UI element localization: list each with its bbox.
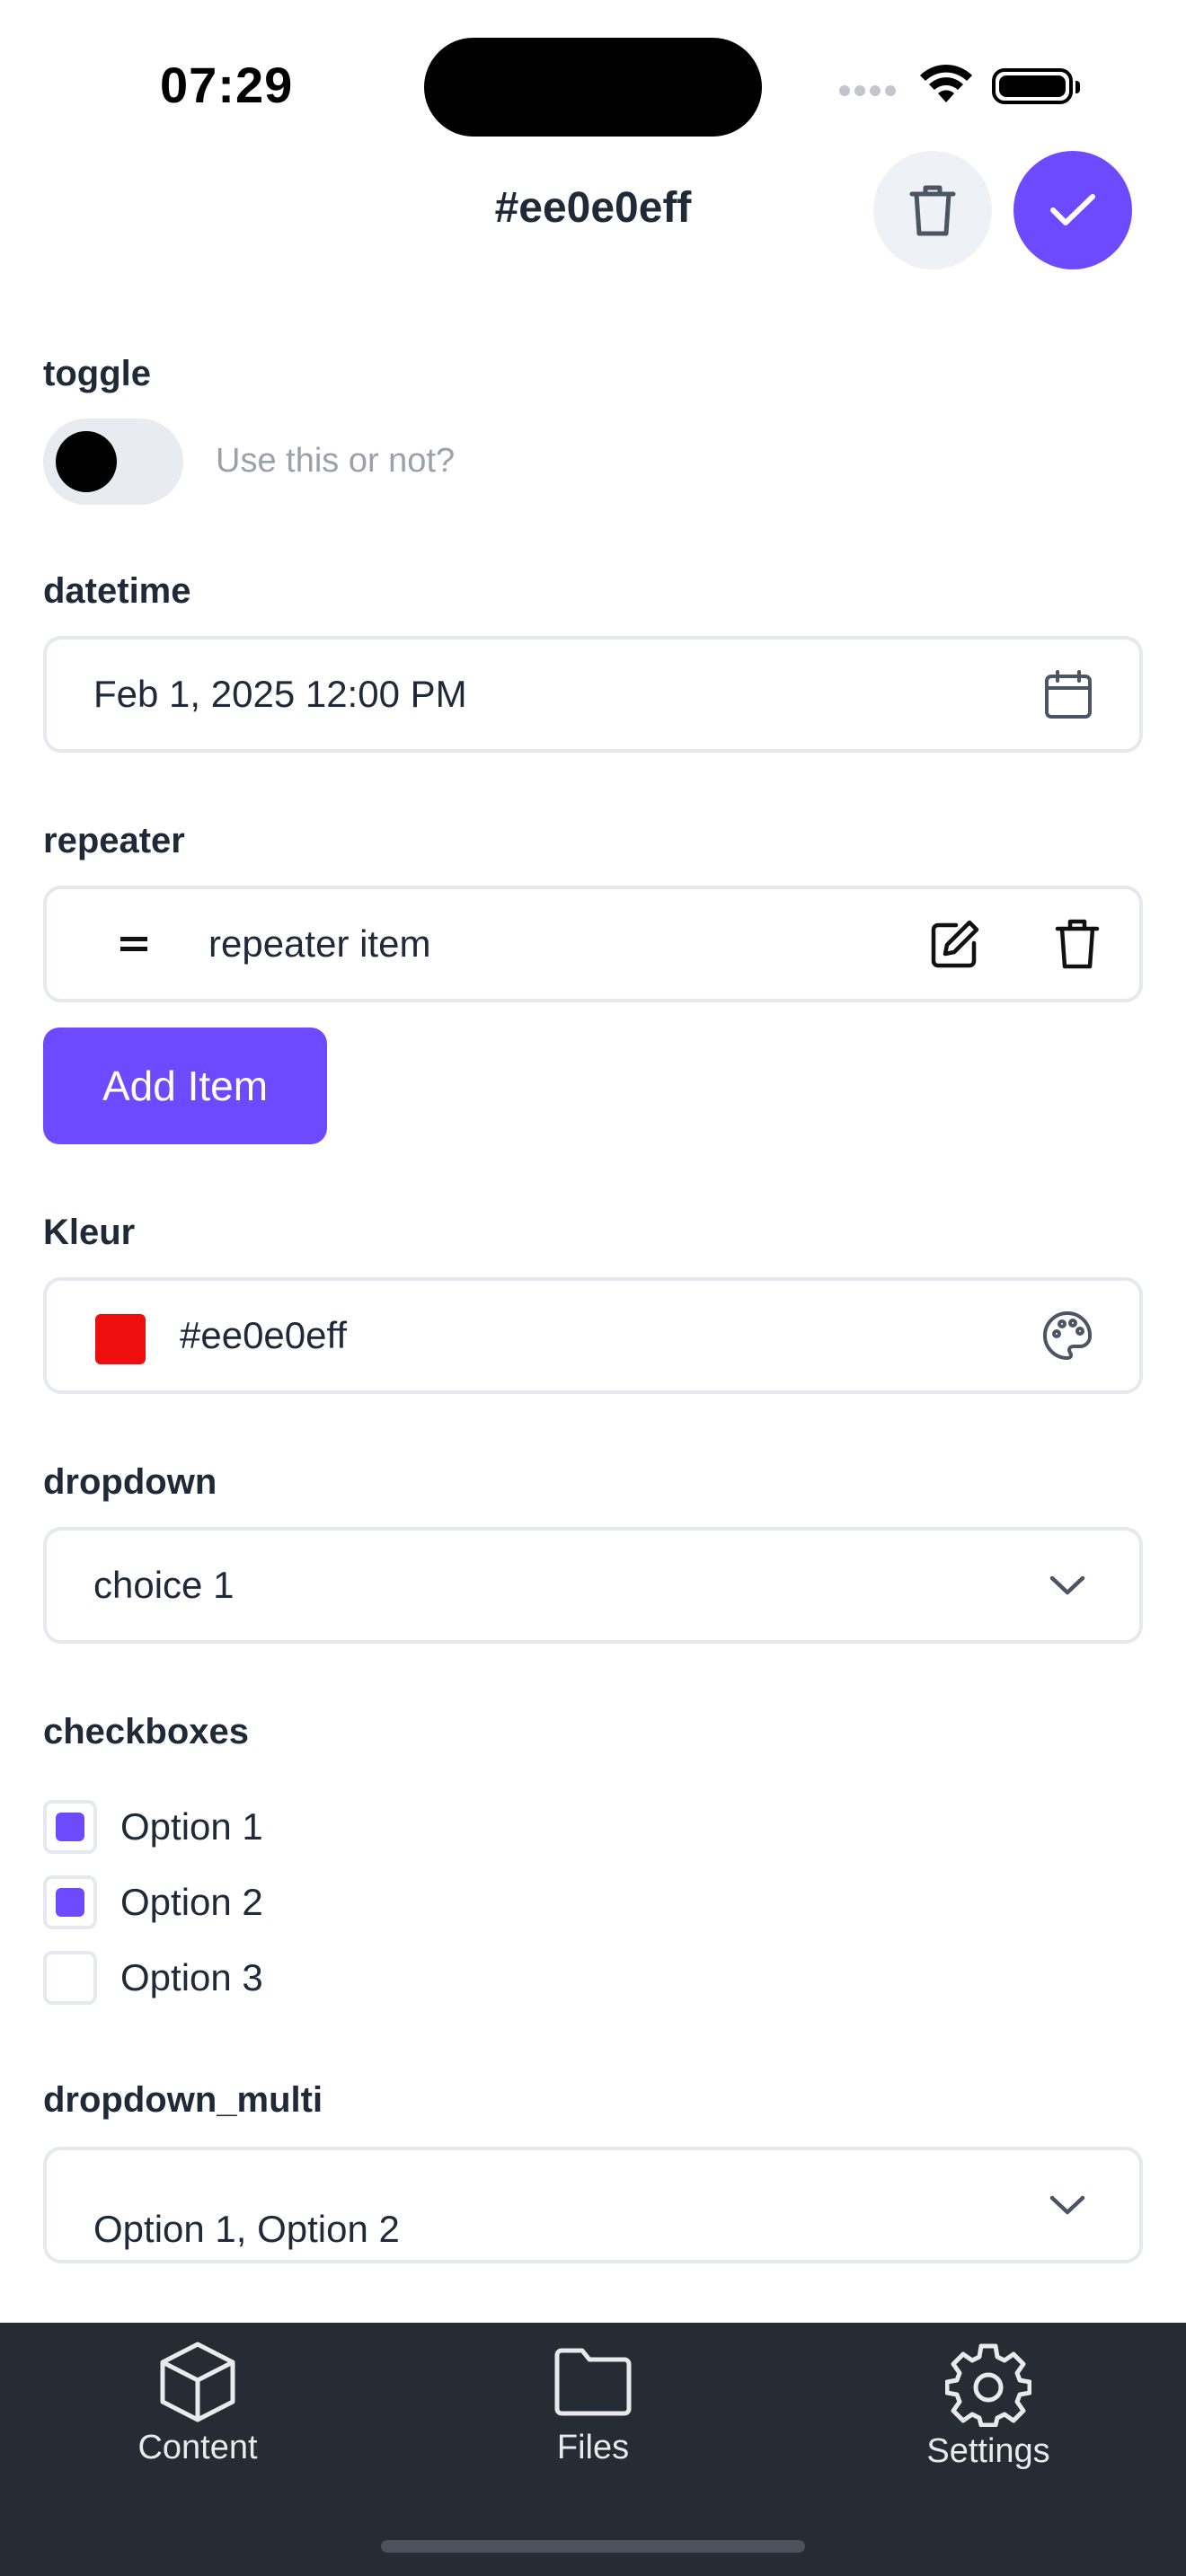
status-time: 07:29 [160, 57, 294, 113]
chevron-down-icon [1049, 2194, 1085, 2216]
wifi-icon [916, 63, 976, 110]
checkbox-option-2[interactable]: Option 2 [43, 1875, 263, 1929]
folder-icon [552, 2341, 634, 2423]
save-button[interactable] [1013, 151, 1132, 269]
kleur-label: Kleur [43, 1213, 136, 1252]
palette-icon[interactable] [1042, 1310, 1093, 1361]
dropdown-label: dropdown [43, 1462, 217, 1502]
color-field[interactable]: #ee0e0eff [43, 1277, 1143, 1394]
checkbox-label: Option 1 [120, 1805, 263, 1848]
checkboxes-label: checkboxes [43, 1712, 250, 1751]
checkbox[interactable] [43, 1800, 97, 1854]
checkbox-label: Option 2 [120, 1881, 263, 1923]
drag-handle-icon[interactable] [120, 934, 147, 954]
dropdown-multi-select[interactable]: Option 1, Option 2 [43, 2147, 1143, 2263]
repeater-item: repeater item [43, 886, 1143, 1002]
page-title: #ee0e0eff [494, 184, 692, 232]
checkbox-label: Option 3 [120, 1956, 263, 1998]
checkbox-option-1[interactable]: Option 1 [43, 1800, 263, 1854]
add-item-button[interactable]: Add Item [43, 1028, 327, 1144]
dynamic-island [424, 38, 762, 137]
check-icon [1049, 192, 1096, 228]
dropdown-multi-label: dropdown_multi [43, 2080, 323, 2120]
calendar-icon[interactable] [1044, 669, 1093, 719]
dropdown-value: choice 1 [93, 1564, 235, 1606]
home-indicator[interactable] [381, 2540, 805, 2553]
datetime-label: datetime [43, 571, 191, 611]
gear-icon [945, 2341, 1031, 2427]
checkbox-option-3[interactable]: Option 3 [43, 1951, 263, 2005]
dropdown-multi-value: Option 1, Option 2 [93, 2208, 400, 2250]
toggle-knob [56, 431, 117, 492]
tab-files[interactable]: Files [458, 2341, 728, 2467]
tab-label: Files [556, 2429, 630, 2466]
toggle-hint: Use this or not? [216, 442, 456, 480]
chevron-down-icon [1049, 1575, 1085, 1596]
tab-label: Content [137, 2429, 258, 2466]
color-swatch [95, 1314, 146, 1364]
delete-button[interactable] [873, 151, 992, 269]
checkbox[interactable] [43, 1951, 97, 2005]
tab-content[interactable]: Content [63, 2341, 332, 2467]
tab-settings[interactable]: Settings [854, 2341, 1123, 2471]
cellular-signal-icon [839, 84, 900, 101]
checkbox[interactable] [43, 1875, 97, 1929]
toggle-label: toggle [43, 354, 151, 393]
trash-icon [908, 183, 957, 237]
use-toggle[interactable] [43, 419, 183, 505]
tab-label: Settings [926, 2432, 1050, 2470]
repeater-item-label: repeater item [208, 922, 431, 965]
color-value: #ee0e0eff [180, 1314, 348, 1356]
edit-icon[interactable] [929, 918, 981, 970]
battery-icon [992, 68, 1080, 104]
trash-icon[interactable] [1055, 918, 1100, 970]
datetime-field[interactable]: Feb 1, 2025 12:00 PM [43, 636, 1143, 753]
dropdown-select[interactable]: choice 1 [43, 1527, 1143, 1644]
datetime-value: Feb 1, 2025 12:00 PM [93, 673, 467, 715]
repeater-label: repeater [43, 821, 185, 860]
cube-icon [157, 2341, 238, 2423]
